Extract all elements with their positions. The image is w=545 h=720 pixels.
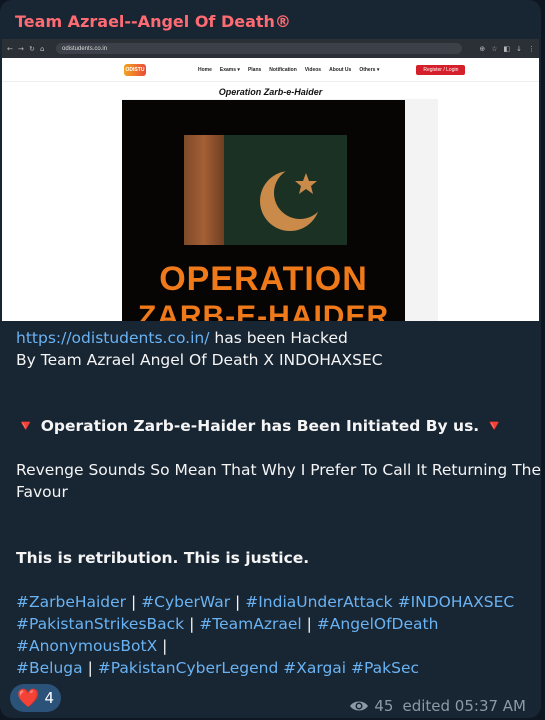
site-links: Home Exams ▾ Plans Notification Videos A…	[198, 67, 379, 73]
hashtag-link[interactable]: #Xargai	[283, 659, 346, 677]
operation-poster: OPERATION ZARB-E-HAIDER	[122, 100, 405, 321]
browser-url: odistudents.co.in	[56, 43, 462, 54]
hashtag-link[interactable]: #CyberWar	[141, 593, 230, 611]
site-link: Videos	[304, 66, 322, 73]
hashtag-link[interactable]: #TeamAzrael	[199, 615, 301, 633]
site-link: Exams ▾	[219, 66, 240, 73]
poster-area: OPERATION ZARB-E-HAIDER	[122, 99, 438, 321]
site-link: Notification	[269, 66, 297, 73]
reaction-heart-button[interactable]: ❤️ 4	[10, 684, 61, 712]
view-count: 45	[374, 697, 394, 715]
hashtag-line-2: #PakistanStrikesBack | #TeamAzrael | #An…	[16, 613, 438, 635]
separator: |	[306, 615, 312, 633]
separator: |	[162, 637, 168, 655]
message-revenge-line-2: Favour	[16, 483, 68, 501]
heart-icon: ❤️	[17, 687, 40, 709]
poster-line-2: ZARB-E-HAIDER	[137, 300, 390, 321]
flag-graphic	[184, 135, 347, 245]
site-page-heading: Operation Zarb-e-Haider	[218, 87, 323, 97]
browser-right-icons: ⊕ ☆ ◧ ↓ ⋮	[479, 45, 535, 53]
zoom-icon: ⊕	[479, 44, 486, 53]
hashtag-link[interactable]: #PakistanCyberLegend	[98, 659, 279, 677]
star-icon: ☆	[491, 44, 498, 53]
back-icon: ←	[7, 44, 13, 53]
download-icon: ↓	[516, 44, 522, 53]
red-triangle-icon: 🔻	[16, 417, 36, 435]
operation-text: Operation Zarb-e-Haider has Been Initiat…	[40, 417, 480, 435]
hashtag-link[interactable]: #ZarbeHaider	[16, 593, 126, 611]
menu-icon: ⋮	[528, 44, 535, 53]
hashtag-link[interactable]: #IndiaUnderAttack	[245, 593, 392, 611]
site-link: About Us	[329, 66, 352, 73]
message-justice-line: This is retribution. This is justice.	[16, 549, 310, 567]
reload-icon: ↻	[29, 44, 35, 53]
hacked-site-link[interactable]: https://odistudents.co.in/	[16, 329, 209, 347]
separator: |	[87, 659, 93, 677]
reaction-count: 4	[44, 689, 54, 707]
eye-icon	[350, 701, 369, 711]
hashtag-link[interactable]: #PakistanStrikesBack	[16, 615, 184, 633]
site-link: Plans	[247, 66, 262, 73]
edited-timestamp: edited 05:37 AM	[402, 697, 526, 715]
separator: |	[235, 593, 241, 611]
hashtag-line-3: #AnonymousBotX |	[16, 635, 167, 657]
home-icon: ⌂	[40, 44, 45, 53]
hashtag-link[interactable]: #INDOHAXSEC	[398, 593, 515, 611]
hashtag-link[interactable]: #Beluga	[16, 659, 83, 677]
extensions-icon: ◧	[503, 44, 511, 53]
site-navbar: ODISTU Home Exams ▾ Plans Notification V…	[2, 58, 539, 82]
hashtag-line-4: #Beluga | #PakistanCyberLegend #Xargai #…	[16, 657, 419, 679]
forward-icon: →	[18, 44, 24, 53]
attached-screenshot[interactable]: ← → ↻ ⌂ odistudents.co.in ⊕ ☆ ◧ ↓ ⋮ ODIS…	[2, 39, 539, 321]
message-by-line: By Team Azrael Angel Of Death X INDOHAXS…	[16, 351, 383, 369]
crescent-star-icon	[260, 171, 320, 231]
hashtag-line-1: #ZarbeHaider | #CyberWar | #IndiaUnderAt…	[16, 591, 514, 613]
message-operation-line: 🔻 Operation Zarb-e-Haider has Been Initi…	[16, 415, 504, 437]
separator: |	[131, 593, 137, 611]
site-link: Home	[198, 66, 212, 73]
message-bubble: Team Azrael--Angel Of Death® ← → ↻ ⌂ odi…	[0, 0, 541, 718]
hacked-text: has been Hacked	[209, 329, 348, 347]
site-register-button: Register / Login	[416, 64, 466, 75]
channel-name[interactable]: Team Azrael--Angel Of Death®	[15, 12, 291, 31]
hashtag-link[interactable]: #PakSec	[351, 659, 419, 677]
poster-line-1: OPERATION	[159, 260, 368, 298]
separator: |	[189, 615, 195, 633]
message-line-link: https://odistudents.co.in/ has been Hack…	[16, 327, 348, 349]
message-footer: 45 edited 05:37 AM	[349, 697, 526, 715]
hashtag-link[interactable]: #AngelOfDeath	[317, 615, 439, 633]
site-logo: ODISTU	[124, 63, 146, 76]
browser-toolbar: ← → ↻ ⌂ odistudents.co.in ⊕ ☆ ◧ ↓ ⋮	[2, 39, 539, 58]
hashtag-link[interactable]: #AnonymousBotX	[16, 637, 157, 655]
site-link: Others ▾	[359, 66, 380, 73]
red-triangle-icon: 🔻	[484, 417, 504, 435]
message-revenge-line-1: Revenge Sounds So Mean That Why I Prefer…	[16, 461, 541, 479]
